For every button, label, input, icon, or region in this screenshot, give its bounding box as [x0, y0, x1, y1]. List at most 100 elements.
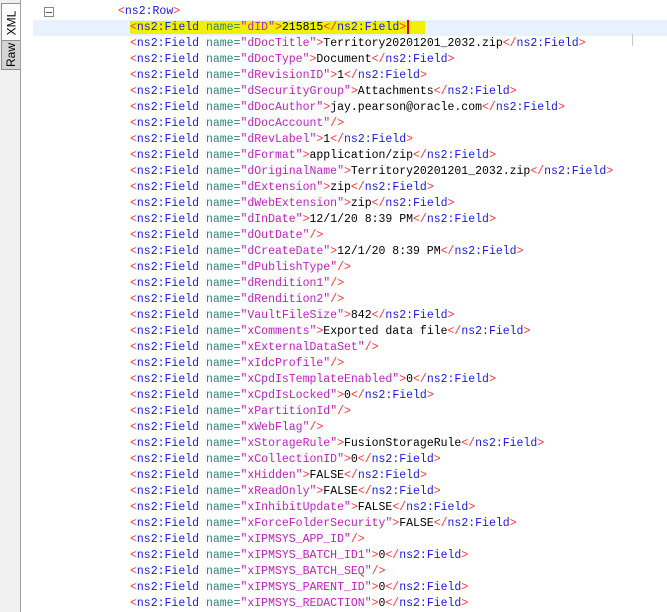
attr-name: name: [205, 117, 234, 130]
field-tag: ns2:Field: [136, 181, 200, 194]
xml-field-line: <ns2:Field name="xPartitionId"/>: [130, 405, 351, 418]
tab-raw[interactable]: Raw: [1, 40, 20, 70]
attr-name: name: [205, 389, 234, 402]
attr-name: name: [205, 517, 234, 530]
attr-name: name: [205, 277, 234, 290]
field-name: dOriginalName: [247, 165, 338, 178]
field-name: dInDate: [247, 213, 296, 226]
field-tag: ns2:Field: [399, 549, 462, 562]
xml-field-line: <ns2:Field name="dRevLabel">1</ns2:Field…: [130, 133, 414, 146]
field-tag: ns2:Field: [364, 181, 427, 194]
xml-field-line: <ns2:Field name="dDocType">Document</ns2…: [130, 53, 455, 66]
field-tag: ns2:Field: [371, 453, 434, 466]
field-name: dRendition1: [247, 277, 324, 290]
field-tag: ns2:Field: [136, 341, 200, 354]
field-value: zip: [330, 181, 351, 194]
row-tag: ns2:Row: [124, 5, 174, 18]
field-name: dDocTitle: [247, 37, 310, 50]
xml-editor[interactable]: <ns2:Row> <ns2:Field name="dID">215815</…: [33, 4, 667, 612]
text-caret: [407, 20, 410, 34]
field-tag: ns2:Field: [385, 309, 448, 322]
field-tag: ns2:Field: [495, 101, 558, 114]
field-name: xReadOnly: [247, 485, 310, 498]
xml-field-line: <ns2:Field name="dID">215815</ns2:Field>: [33, 20, 667, 36]
field-tag: ns2:Field: [136, 421, 200, 434]
field-value: 12/1/20 8:39 PM: [309, 213, 414, 226]
text-cursor-icon: [632, 34, 633, 46]
field-tag: ns2:Field: [136, 325, 200, 338]
attr-name: name: [205, 309, 234, 322]
field-tag: ns2:Field: [454, 245, 517, 258]
attr-name: name: [205, 213, 234, 226]
field-tag: ns2:Field: [475, 437, 538, 450]
field-name: xIPMSYS_PARENT_ID: [247, 581, 365, 594]
field-tag: ns2:Field: [426, 373, 489, 386]
field-name: dOutDate: [247, 229, 303, 242]
field-name: dPublishType: [247, 261, 331, 274]
field-tag: ns2:Field: [136, 549, 200, 562]
field-tag: ns2:Field: [136, 389, 200, 402]
attr-name: name: [205, 421, 234, 434]
tab-xml-label: XML: [4, 10, 18, 36]
xml-field-line: <ns2:Field name="dFormat">application/zi…: [130, 149, 496, 162]
field-tag: ns2:Field: [461, 325, 524, 338]
xml-field-line: <ns2:Field name="dRendition1"/>: [130, 277, 344, 290]
field-tag: ns2:Field: [136, 517, 200, 530]
attr-name: name: [205, 293, 234, 306]
field-tag: ns2:Field: [136, 293, 200, 306]
field-tag: ns2:Field: [426, 149, 489, 162]
field-tag: ns2:Field: [136, 165, 200, 178]
attr-name: name: [205, 245, 234, 258]
field-value: FALSE: [323, 485, 358, 498]
field-tag: ns2:Field: [371, 485, 434, 498]
field-value: application/zip: [309, 149, 414, 162]
xml-field-line: <ns2:Field name="dRevisionID">1</ns2:Fie…: [130, 69, 427, 82]
field-tag: ns2:Field: [136, 453, 200, 466]
attr-name: name: [205, 469, 234, 482]
field-name: dSecurityGroup: [247, 85, 344, 98]
field-tag: ns2:Field: [136, 229, 200, 242]
field-tag: ns2:Field: [136, 197, 200, 210]
attr-name: name: [205, 453, 234, 466]
tab-raw-label: Raw: [4, 42, 19, 68]
field-tag: ns2:Field: [426, 213, 489, 226]
field-tag: ns2:Field: [136, 405, 200, 418]
field-value: 0: [350, 453, 358, 466]
field-value: FALSE: [399, 517, 434, 530]
attr-name: name: [205, 149, 234, 162]
field-tag: ns2:Field: [544, 165, 607, 178]
xml-field-line: <ns2:Field name="xIPMSYS_APP_ID"/>: [130, 533, 365, 546]
field-name: dCreateDate: [247, 245, 324, 258]
field-name: dDocType: [247, 53, 303, 66]
attr-name: name: [205, 69, 234, 82]
attr-name: name: [205, 501, 234, 514]
field-value: 842: [350, 309, 372, 322]
field-tag: ns2:Field: [447, 85, 510, 98]
field-name: xIPMSYS_BATCH_ID1: [247, 549, 365, 562]
attr-name: name: [205, 549, 234, 562]
field-name: dExtension: [247, 181, 317, 194]
xml-field-line: <ns2:Field name="VaultFileSize">842</ns2…: [130, 309, 455, 322]
field-name: dFormat: [247, 149, 296, 162]
xml-field-line: <ns2:Field name="xIPMSYS_BATCH_ID1">0</n…: [130, 549, 469, 562]
xml-field-line: <ns2:Field name="xCollectionID">0</ns2:F…: [130, 453, 441, 466]
xml-field-line: <ns2:Field name="xIPMSYS_BATCH_SEQ"/>: [130, 565, 386, 578]
field-tag: ns2:Field: [399, 581, 462, 594]
field-value: Territory20201201_2032.zip: [350, 165, 531, 178]
attr-name: name: [205, 437, 234, 450]
field-name: dRendition2: [247, 293, 324, 306]
editor-gutter: [21, 0, 54, 612]
field-name: xIdcProfile: [247, 357, 324, 370]
xml-field-line: <ns2:Field name="xCpdIsTemplateEnabled">…: [130, 373, 496, 386]
field-tag: ns2:Field: [136, 581, 200, 594]
field-name: xIPMSYS_APP_ID: [247, 533, 344, 546]
field-value: Document: [316, 53, 372, 66]
field-name: xForceFolderSecurity: [247, 517, 386, 530]
tab-xml[interactable]: XML: [1, 3, 20, 43]
xml-field-line: <ns2:Field name="dDocAccount"/>: [130, 117, 344, 130]
field-tag: ns2:Field: [344, 133, 407, 146]
field-name: xExternalDataSet: [247, 341, 358, 354]
xml-field-line: <ns2:Field name="xReadOnly">FALSE</ns2:F…: [130, 485, 441, 498]
xml-field-line: <ns2:Field name="xStorageRule">FusionSto…: [130, 437, 545, 450]
field-name: xWebFlag: [247, 421, 303, 434]
